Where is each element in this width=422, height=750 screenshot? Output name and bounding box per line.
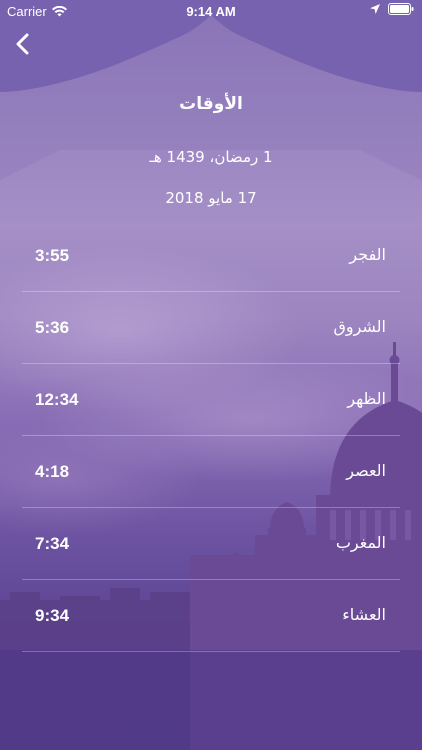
prayer-time: 9:34 — [35, 606, 70, 625]
prayer-time: 3:55 — [35, 246, 70, 265]
back-button[interactable] — [10, 30, 34, 58]
prayer-time: 5:36 — [35, 318, 70, 337]
prayer-name: الظهر — [347, 389, 386, 408]
prayer-row-maghrib: المغرب 7:34 — [22, 508, 400, 580]
prayer-time: 12:34 — [35, 390, 79, 409]
prayer-row-isha: العشاء 9:34 — [22, 580, 400, 652]
prayer-time: 7:34 — [35, 534, 70, 553]
prayer-name: الشروق — [333, 317, 386, 336]
prayer-row-dhuhr: الظهر 12:34 — [22, 364, 400, 436]
gregorian-date: 17 مايو 2018 — [165, 189, 257, 207]
prayer-name: العصر — [346, 461, 386, 480]
status-icons — [370, 3, 414, 15]
prayer-name: الفجر — [349, 245, 386, 264]
prayer-row-fajr: الفجر 3:55 — [22, 220, 400, 292]
battery-icon — [388, 3, 414, 15]
prayer-row-sunrise: الشروق 5:36 — [22, 292, 400, 364]
hijri-date: 1 رمضان، 1439 هـ — [149, 148, 273, 166]
prayer-name: العشاء — [342, 605, 386, 624]
page-title: الأوقات — [179, 94, 243, 114]
location-arrow-icon — [370, 4, 380, 14]
chevron-left-icon — [16, 33, 29, 55]
status-bar: Carrier 9:14 AM — [0, 0, 422, 22]
prayer-time: 4:18 — [35, 462, 70, 481]
prayer-times-list: الفجر 3:55 الشروق 5:36 الظهر 12:34 العصر… — [22, 220, 400, 652]
status-time: 9:14 AM — [186, 4, 236, 19]
prayer-name: المغرب — [335, 533, 386, 552]
prayer-row-asr: العصر 4:18 — [22, 436, 400, 508]
